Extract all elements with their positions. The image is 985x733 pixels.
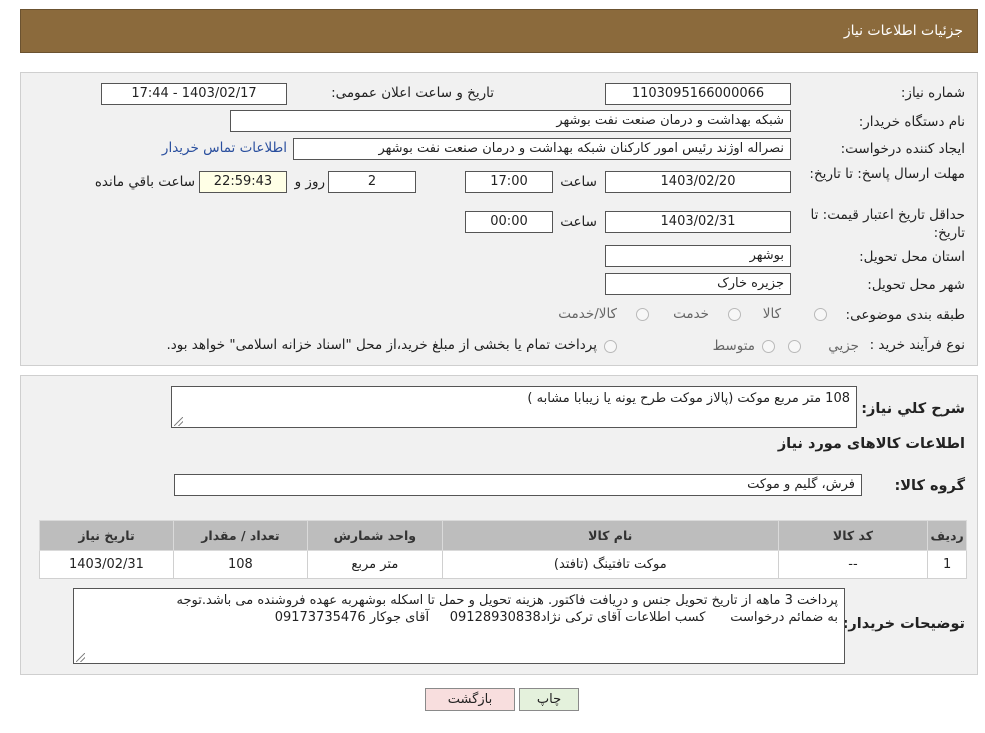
goods-table: ردیف کد کالا نام کالا واحد شمارش تعداد /…: [39, 520, 967, 579]
cell-unit: متر مربع: [306, 550, 443, 579]
process-option-minor: جزیي: [828, 338, 859, 354]
remaining-time-field: 22:59:43: [199, 171, 287, 193]
category-option-service: خدمت: [673, 306, 709, 322]
treasury-payment-note: پرداخت تمام یا بخشی از مبلغ خرید،از محل …: [166, 337, 597, 353]
announce-datetime-field: 1403/02/17 - 17:44: [101, 83, 287, 105]
goods-info-title: اطلاعات کالاهای مورد نیاز: [777, 436, 965, 452]
deadline-time-label: ساعت: [560, 174, 597, 190]
price-validity-label: حداقل تاریخ اعتبار قیمت: تا تاریخ:: [810, 207, 965, 241]
announce-datetime-label: تاریخ و ساعت اعلان عمومی:: [331, 85, 494, 101]
summary-field: 108 متر مربع موکت (پالاز موکت طرح یونه ی…: [171, 386, 857, 428]
page-title: جزئیات اطلاعات نیاز: [843, 23, 963, 39]
cell-need-date: 1403/02/31: [39, 550, 174, 579]
buyer-org-field: شبکه بهداشت و درمان صنعت نفت بوشهر: [230, 110, 791, 132]
price-validity-time-field: 00:00: [465, 211, 553, 233]
print-button-label: چاپ: [536, 692, 562, 707]
need-info-panel: شماره نیاز: 1103095166000066 تاریخ و ساع…: [20, 72, 978, 366]
back-button-label: بازگشت: [447, 692, 493, 707]
category-option-goods-service: کالا/خدمت: [558, 306, 617, 322]
remaining-time-label: ساعت باقي مانده: [94, 174, 195, 190]
days-label: روز و: [294, 174, 325, 190]
buyer-contact-link[interactable]: اطلاعات تماس خریدار: [162, 140, 287, 156]
deadline-date-field: 1403/02/20: [605, 171, 791, 193]
print-button[interactable]: چاپ: [519, 688, 579, 711]
price-validity-time-label: ساعت: [560, 214, 597, 230]
buyer-notes-line1: پرداخت 3 ماهه از تاریخ تحویل جنس و دریاف…: [176, 593, 838, 608]
category-radio-goods[interactable]: [814, 308, 827, 321]
col-code: کد کالا: [777, 520, 929, 551]
cell-row: 1: [927, 550, 967, 579]
treasury-checkbox[interactable]: [604, 340, 617, 353]
col-name: نام کالا: [441, 520, 779, 551]
buyer-notes-label: توضیحات خریدار:: [842, 616, 965, 632]
summary-text: 108 متر مربع موکت (پالاز موکت طرح یونه ی…: [527, 391, 850, 406]
col-row: ردیف: [927, 520, 967, 551]
col-quantity: تعداد / مقدار: [172, 520, 308, 551]
creator-field: نصراله اوژند رئیس امور کارکنان شبکه بهدا…: [293, 138, 791, 160]
table-row: 1 -- موکت تافتینگ (تافتد) متر مربع 108 1…: [39, 550, 967, 579]
category-radio-goods-service[interactable]: [636, 308, 649, 321]
province-label: استان محل تحویل:: [859, 249, 965, 265]
category-radio-service[interactable]: [728, 308, 741, 321]
process-radio-minor[interactable]: [788, 340, 801, 353]
price-validity-date-field: 1403/02/31: [605, 211, 791, 233]
resize-grip-icon[interactable]: [174, 417, 183, 426]
deadline-label: مهلت ارسال پاسخ: تا تاریخ:: [809, 166, 965, 182]
back-button[interactable]: بازگشت: [425, 688, 515, 711]
page-header: جزئیات اطلاعات نیاز: [20, 9, 978, 53]
process-option-medium: متوسط: [712, 338, 755, 354]
process-radio-medium[interactable]: [762, 340, 775, 353]
need-details-panel: شرح كلي نياز: 108 متر مربع موکت (پالاز م…: [20, 375, 978, 675]
city-field: جزیره خارک: [605, 273, 791, 295]
creator-label: ایجاد کننده درخواست:: [840, 141, 965, 157]
cell-quantity: 108: [172, 550, 308, 579]
cell-code: --: [777, 550, 929, 579]
need-number-label: شماره نیاز:: [900, 85, 965, 101]
city-label: شهر محل تحویل:: [867, 277, 965, 293]
resize-grip-icon[interactable]: [76, 653, 85, 662]
cell-name: موکت تافتینگ (تافتد): [441, 550, 779, 579]
days-field: 2: [328, 171, 416, 193]
buyer-notes-line2: به ضمائم درخواست کسب اطلاعات آقای ترکی ن…: [274, 610, 838, 625]
need-number-field: 1103095166000066: [605, 83, 791, 105]
buyer-org-label: نام دستگاه خریدار:: [858, 114, 965, 130]
purchase-process-label: نوع فرآیند خرید :: [869, 337, 965, 353]
buyer-notes-field: پرداخت 3 ماهه از تاریخ تحویل جنس و دریاف…: [73, 588, 845, 664]
summary-label: شرح كلي نياز:: [861, 401, 965, 417]
deadline-time-field: 17:00: [465, 171, 553, 193]
province-field: بوشهر: [605, 245, 791, 267]
goods-group-label: گروه کالا:: [894, 478, 965, 494]
goods-group-field: فرش، گلیم و موکت: [174, 474, 862, 496]
category-option-goods: کالا: [762, 306, 781, 322]
col-need-date: تاریخ نیاز: [39, 520, 174, 551]
category-label: طبقه بندی موضوعی:: [845, 307, 965, 323]
col-unit: واحد شمارش: [306, 520, 443, 551]
goods-table-header: ردیف کد کالا نام کالا واحد شمارش تعداد /…: [39, 520, 967, 551]
